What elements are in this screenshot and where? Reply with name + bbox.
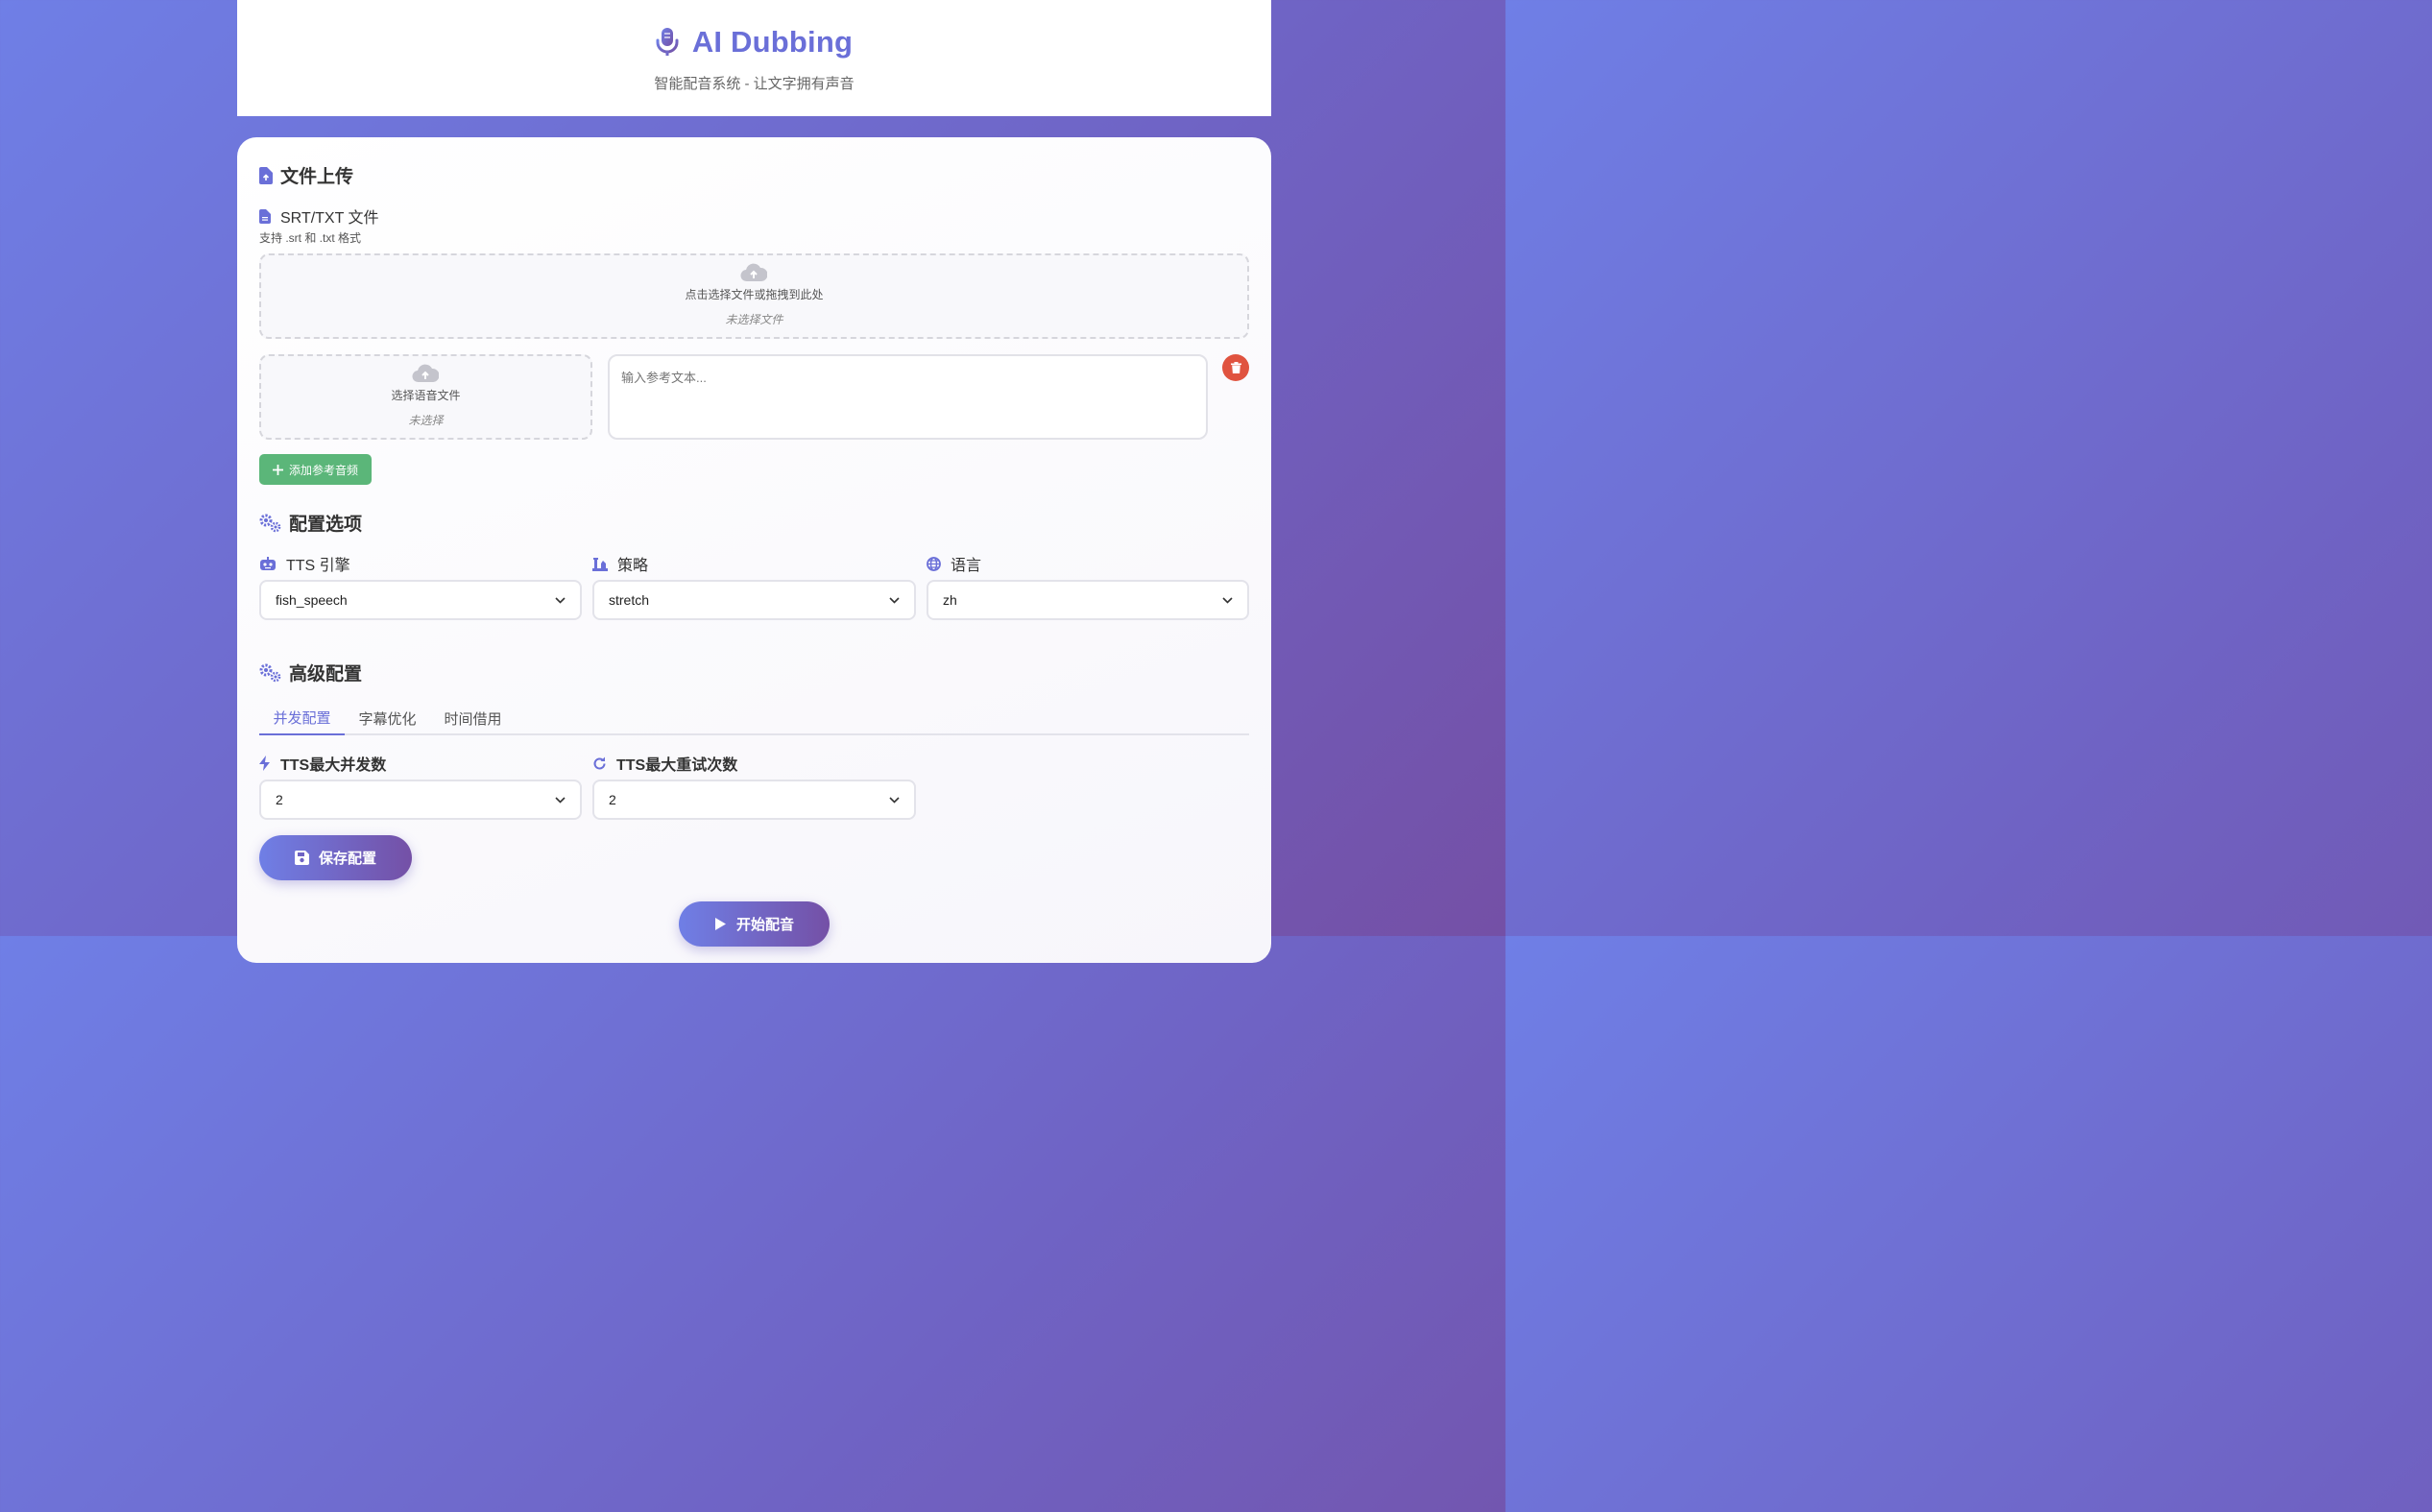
tts-engine-label-text: TTS 引擎: [286, 558, 350, 574]
main-card: 文件上传 SRT/TXT 文件 支持 .srt 和 .txt 格式 点击选择文件…: [237, 137, 1271, 963]
start-dubbing-label: 开始配音: [735, 917, 794, 933]
language-label: 语言: [927, 552, 981, 575]
voice-file-dropzone[interactable]: 选择语音文件 未选择: [259, 354, 592, 440]
tab-subtitle-optimization[interactable]: 字幕优化: [345, 702, 430, 735]
chevron-down-icon: [555, 596, 566, 604]
microphone-icon: [656, 27, 679, 58]
dropzone-status: 未选择文件: [725, 313, 783, 326]
chess-icon: [592, 557, 608, 571]
gears-icon: [259, 663, 281, 683]
strategy-value: stretch: [609, 592, 650, 608]
cloud-upload-icon: [412, 364, 441, 383]
bolt-icon: [259, 756, 271, 771]
strategy-label: 策略: [592, 552, 648, 575]
add-reference-audio-label: 添加参考音频: [289, 463, 359, 477]
save-icon: [294, 851, 309, 865]
tab-time-borrowing[interactable]: 时间借用: [430, 702, 516, 735]
chevron-down-icon: [555, 796, 566, 804]
play-icon: [714, 917, 727, 931]
max-retry-label: TTS最大重试次数: [592, 752, 737, 775]
tts-engine-select[interactable]: fish_speech: [259, 580, 582, 620]
app-header: AI Dubbing 智能配音系统 - 让文字拥有声音: [237, 0, 1271, 116]
srt-file-dropzone[interactable]: 点击选择文件或拖拽到此处 未选择文件: [259, 253, 1249, 339]
tts-engine-label: TTS 引擎: [259, 552, 350, 575]
chevron-down-icon: [889, 596, 900, 604]
robot-icon: [259, 557, 277, 570]
upload-section-label: 文件上传: [280, 167, 354, 187]
file-upload-icon: [259, 166, 273, 184]
config-section-label: 配置选项: [289, 515, 363, 535]
file-format-hint: 支持 .srt 和 .txt 格式: [259, 231, 362, 245]
max-retry-select[interactable]: 2: [592, 780, 916, 820]
redo-icon: [592, 756, 607, 771]
tab-concurrency[interactable]: 并发配置: [259, 702, 345, 735]
cloud-upload-icon: [740, 263, 769, 282]
start-dubbing-button[interactable]: 开始配音: [679, 901, 830, 947]
globe-icon: [927, 556, 941, 571]
dropzone-text: 点击选择文件或拖拽到此处: [685, 288, 824, 301]
config-section-title: 配置选项: [259, 510, 362, 536]
chevron-down-icon: [889, 796, 900, 804]
max-retry-value: 2: [609, 792, 616, 807]
advanced-tabs: 并发配置 字幕优化 时间借用: [259, 702, 1249, 735]
srt-file-label-text: SRT/TXT 文件: [280, 210, 379, 227]
gears-icon: [259, 514, 281, 533]
trash-icon: [1230, 362, 1241, 373]
file-icon: [259, 208, 271, 224]
delete-reference-button[interactable]: [1222, 354, 1249, 381]
voice-dropzone-status: 未选择: [408, 414, 444, 427]
strategy-label-text: 策略: [617, 558, 649, 574]
tts-engine-value: fish_speech: [276, 592, 348, 608]
app-title: AI Dubbing: [691, 25, 854, 59]
srt-file-label: SRT/TXT 文件: [259, 204, 379, 228]
max-concurrency-label-text: TTS最大并发数: [280, 757, 387, 774]
voice-dropzone-text: 选择语音文件: [391, 389, 461, 402]
max-concurrency-select[interactable]: 2: [259, 780, 582, 820]
chevron-down-icon: [1222, 596, 1233, 604]
save-config-label: 保存配置: [318, 851, 376, 867]
strategy-select[interactable]: stretch: [592, 580, 916, 620]
add-reference-audio-button[interactable]: 添加参考音频: [259, 454, 373, 485]
upload-section-title: 文件上传: [259, 162, 353, 188]
plus-icon: [273, 464, 283, 475]
language-label-text: 语言: [951, 558, 982, 574]
advanced-section-title: 高级配置: [259, 660, 362, 685]
title-row: AI Dubbing: [237, 25, 1271, 60]
max-concurrency-label: TTS最大并发数: [259, 752, 386, 775]
app-subtitle: 智能配音系统 - 让文字拥有声音: [654, 76, 855, 92]
save-config-button[interactable]: 保存配置: [259, 835, 412, 880]
max-retry-label-text: TTS最大重试次数: [616, 757, 738, 774]
language-select[interactable]: zh: [927, 580, 1249, 620]
language-value: zh: [943, 592, 957, 608]
advanced-section-label: 高级配置: [289, 664, 363, 684]
max-concurrency-value: 2: [276, 792, 283, 807]
reference-text-input[interactable]: [608, 354, 1208, 440]
